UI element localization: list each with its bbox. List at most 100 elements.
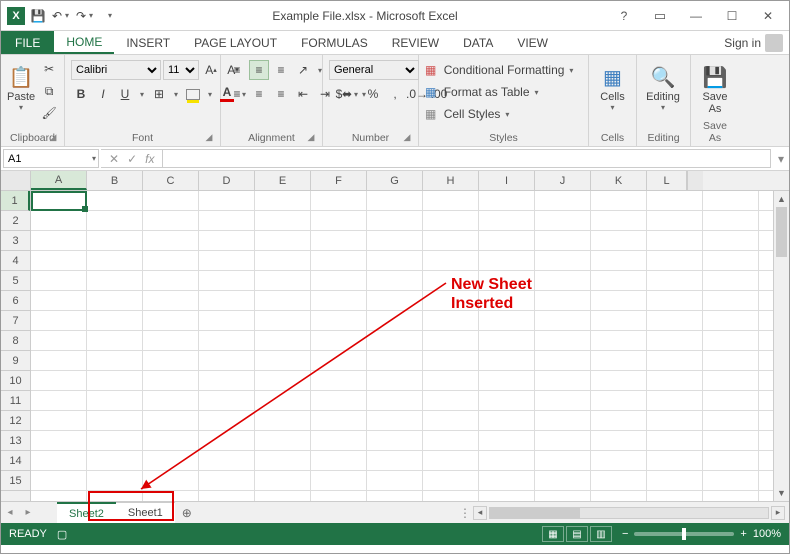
font-size-select[interactable]: 11 — [163, 60, 199, 80]
orientation-button[interactable]: ↗ — [293, 60, 313, 80]
page-layout-view-button[interactable]: ▤ — [566, 526, 588, 542]
scroll-right-button[interactable]: ▸ — [771, 506, 785, 520]
col-header-D[interactable]: D — [199, 171, 255, 190]
row-header-4[interactable]: 4 — [1, 251, 30, 271]
row-header-6[interactable]: 6 — [1, 291, 30, 311]
maximize-button[interactable]: ☐ — [717, 5, 747, 27]
col-header-G[interactable]: G — [367, 171, 423, 190]
decrease-indent-button[interactable]: ⇤ — [293, 84, 313, 104]
sheet-nav-first[interactable]: ◂ — [1, 507, 19, 518]
tab-insert[interactable]: INSERT — [114, 31, 182, 54]
align-left-button[interactable]: ≡ — [227, 84, 247, 104]
new-sheet-button[interactable]: ⊕ — [175, 506, 199, 520]
cell-styles-button[interactable]: ▦ Cell Styles▾ — [425, 103, 576, 125]
save-as-button[interactable]: 💾Save As — [697, 59, 733, 115]
zoom-level[interactable]: 100% — [753, 528, 781, 540]
font-launcher[interactable]: ◢ — [204, 132, 214, 142]
fx-button[interactable]: fx — [145, 152, 154, 166]
paste-button[interactable]: 📋 Paste ▾ — [7, 59, 35, 112]
copy-button[interactable]: ⧉ — [39, 81, 59, 101]
tab-review[interactable]: REVIEW — [380, 31, 451, 54]
col-header-A[interactable]: A — [31, 171, 87, 190]
tab-file[interactable]: FILE — [1, 31, 54, 54]
scroll-up-button[interactable]: ▲ — [774, 191, 789, 207]
align-bottom-button[interactable]: ≡ — [271, 60, 291, 80]
number-format-select[interactable]: General — [329, 60, 419, 80]
italic-button[interactable]: I — [93, 84, 113, 104]
percent-button[interactable]: % — [363, 84, 383, 104]
row-header-1[interactable]: 1 — [1, 191, 30, 211]
vscroll-thumb[interactable] — [776, 207, 787, 257]
scroll-left-button[interactable]: ◂ — [473, 506, 487, 520]
tab-home[interactable]: HOME — [54, 31, 114, 54]
sheet-tab-sheet2[interactable]: Sheet2 — [57, 502, 116, 523]
col-header-C[interactable]: C — [143, 171, 199, 190]
row-header-15[interactable]: 15 — [1, 471, 30, 491]
enter-formula-button[interactable]: ✓ — [127, 152, 137, 166]
underline-button[interactable]: U — [115, 84, 135, 104]
accounting-button[interactable]: $ — [329, 84, 349, 104]
col-header-B[interactable]: B — [87, 171, 143, 190]
bold-button[interactable]: B — [71, 84, 91, 104]
row-header-5[interactable]: 5 — [1, 271, 30, 291]
clipboard-launcher[interactable]: ◢ — [48, 132, 58, 142]
row-header-2[interactable]: 2 — [1, 211, 30, 231]
cut-button[interactable]: ✂ — [39, 59, 59, 79]
align-right-button[interactable]: ≡ — [271, 84, 291, 104]
row-header-7[interactable]: 7 — [1, 311, 30, 331]
format-as-table-button[interactable]: ▦ Format as Table▾ — [425, 81, 576, 103]
name-box[interactable]: ▾ — [3, 149, 99, 168]
zoom-in-button[interactable]: + — [740, 528, 746, 540]
sheet-nav-prev[interactable]: ▸ — [19, 507, 37, 518]
number-launcher[interactable]: ◢ — [402, 132, 412, 142]
sign-in-button[interactable]: Sign in — [718, 31, 789, 54]
align-top-button[interactable]: ≡ — [227, 60, 247, 80]
col-header-F[interactable]: F — [311, 171, 367, 190]
name-box-input[interactable] — [8, 153, 68, 165]
row-header-11[interactable]: 11 — [1, 391, 30, 411]
sheet-tab-sheet1[interactable]: Sheet1 — [116, 502, 175, 523]
fill-color-button[interactable] — [183, 84, 203, 104]
formula-input[interactable] — [167, 150, 766, 167]
close-button[interactable]: ✕ — [753, 5, 783, 27]
grow-font-button[interactable]: A▴ — [201, 60, 221, 80]
comma-button[interactable]: , — [385, 84, 405, 104]
row-header-3[interactable]: 3 — [1, 231, 30, 251]
expand-formula-button[interactable]: ▾ — [773, 147, 789, 170]
cells-button[interactable]: ▦Cells▾ — [595, 59, 630, 112]
row-header-9[interactable]: 9 — [1, 351, 30, 371]
row-header-13[interactable]: 13 — [1, 431, 30, 451]
align-middle-button[interactable]: ≡ — [249, 60, 269, 80]
row-header-10[interactable]: 10 — [1, 371, 30, 391]
row-header-12[interactable]: 12 — [1, 411, 30, 431]
conditional-formatting-button[interactable]: ▦ Conditional Formatting▾ — [425, 59, 576, 81]
page-break-view-button[interactable]: ▥ — [590, 526, 612, 542]
cancel-formula-button[interactable]: ✕ — [109, 152, 119, 166]
alignment-launcher[interactable]: ◢ — [306, 132, 316, 142]
save-button[interactable]: 💾 — [27, 5, 49, 27]
select-all-corner[interactable] — [1, 171, 31, 190]
hscroll-track[interactable] — [489, 507, 769, 519]
row-header-14[interactable]: 14 — [1, 451, 30, 471]
customize-qat-button[interactable]: ▾ — [99, 5, 121, 27]
col-header-L[interactable]: L — [647, 171, 687, 190]
hscroll-thumb[interactable] — [490, 508, 580, 518]
row-header-8[interactable]: 8 — [1, 331, 30, 351]
tab-formulas[interactable]: FORMULAS — [289, 31, 380, 54]
undo-button[interactable]: ↶▾ — [51, 5, 73, 27]
align-center-button[interactable]: ≡ — [249, 84, 269, 104]
help-button[interactable]: ? — [609, 5, 639, 27]
col-header-K[interactable]: K — [591, 171, 647, 190]
format-painter-button[interactable]: 🖌 — [39, 103, 59, 123]
normal-view-button[interactable]: ▦ — [542, 526, 564, 542]
redo-button[interactable]: ↷▾ — [75, 5, 97, 27]
formula-bar[interactable] — [163, 149, 771, 168]
col-header-J[interactable]: J — [535, 171, 591, 190]
cells-area[interactable] — [31, 191, 773, 501]
editing-button[interactable]: 🔍Editing▾ — [643, 59, 683, 112]
zoom-out-button[interactable]: − — [622, 528, 628, 540]
ribbon-options-button[interactable]: ▭ — [645, 5, 675, 27]
tab-view[interactable]: VIEW — [505, 31, 560, 54]
active-cell-A1[interactable] — [31, 191, 87, 211]
scroll-down-button[interactable]: ▼ — [774, 485, 789, 501]
